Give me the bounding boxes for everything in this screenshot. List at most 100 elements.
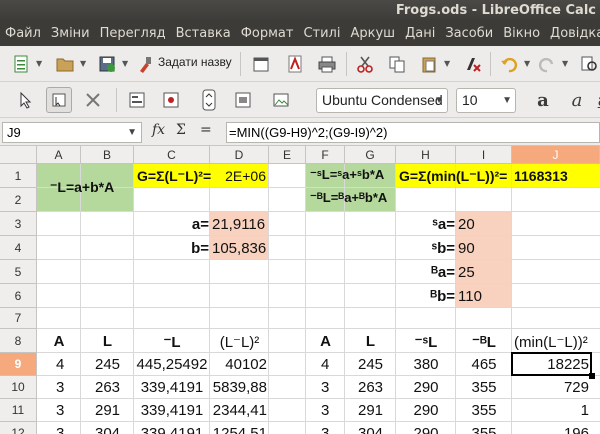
scrollbar-control-icon[interactable] [230, 87, 256, 113]
cell-h9[interactable]: 380 [396, 356, 456, 373]
print-icon[interactable] [314, 51, 340, 77]
column-header-i[interactable]: I [456, 146, 512, 164]
cell-j12[interactable]: 196 [512, 425, 589, 434]
cell-i10[interactable]: 355 [456, 379, 512, 396]
font-name-dropdown-icon[interactable]: ▼ [434, 89, 444, 112]
menu-data[interactable]: Дані [400, 22, 440, 46]
column-header-e[interactable]: E [269, 146, 306, 164]
cell-g10[interactable]: 263 [345, 379, 396, 396]
form-design-icon[interactable] [158, 87, 184, 113]
row-header-6[interactable]: 6 [0, 284, 37, 308]
paste-dropdown-icon[interactable]: ▼ [444, 60, 452, 68]
cell-g11[interactable]: 291 [345, 402, 396, 419]
cell-c11[interactable]: 339,4191 [134, 402, 210, 419]
cell-c9[interactable]: 445,25492 [134, 356, 210, 373]
cell-d9[interactable]: 40102 [210, 356, 267, 373]
font-size-combo[interactable]: 10 ▼ [456, 88, 516, 113]
name-box[interactable]: J9 ▼ [2, 122, 142, 143]
spin-button-icon[interactable] [196, 87, 222, 113]
menu-view[interactable]: Перегляд [95, 22, 171, 46]
cell-d10[interactable]: 5839,88 [210, 379, 267, 396]
menu-window[interactable]: Вікно [498, 22, 545, 46]
undo-icon[interactable] [496, 51, 522, 77]
image-control-icon[interactable] [268, 87, 294, 113]
row-header-2[interactable]: 2 [0, 188, 37, 212]
column-header-d[interactable]: D [210, 146, 269, 164]
row-header-10[interactable]: 10 [0, 376, 37, 399]
cell-a9[interactable]: 4 [56, 356, 64, 373]
cell-h11[interactable]: 290 [396, 402, 456, 419]
cell-f9[interactable]: 4 [321, 356, 329, 373]
open-folder-icon[interactable] [52, 51, 78, 77]
find-icon[interactable] [576, 51, 600, 77]
cell-i12[interactable]: 355 [456, 425, 512, 434]
cell-c12[interactable]: 339,4191 [134, 425, 210, 434]
redo-icon[interactable] [534, 51, 560, 77]
active-cell-cursor[interactable] [511, 352, 592, 376]
cell-h10[interactable]: 290 [396, 379, 456, 396]
row-header-12[interactable]: 12 [0, 422, 37, 434]
cell-b11[interactable]: 291 [81, 402, 134, 419]
copy-icon[interactable] [384, 51, 410, 77]
cell-d12[interactable]: 1254,51 [210, 425, 267, 434]
cell-f11[interactable]: 3 [321, 402, 329, 419]
select-pointer-icon[interactable] [12, 87, 38, 113]
cell-a11[interactable]: 3 [56, 402, 64, 419]
column-header-g[interactable]: G [345, 146, 396, 164]
save-dropdown-icon[interactable]: ▼ [122, 60, 130, 68]
column-header-j[interactable]: J [512, 146, 600, 164]
formula-input[interactable]: =MIN((G9-H9)^2;(G9-I9)^2) [226, 122, 600, 143]
sum-icon[interactable]: Σ [176, 122, 186, 138]
spreadsheet-grid[interactable]: A B C D E F G H I J 1 2 3 4 5 6 7 8 9 10… [0, 146, 600, 434]
row-header-11[interactable]: 11 [0, 399, 37, 422]
menu-sheet[interactable]: Аркуш [345, 22, 400, 46]
control-properties-icon[interactable] [124, 87, 150, 113]
calendar-icon[interactable] [248, 51, 274, 77]
clone-formatting-icon[interactable] [460, 51, 486, 77]
cell-b9[interactable]: 245 [81, 356, 134, 373]
menu-help[interactable]: Довідка [545, 22, 600, 46]
cell-d11[interactable]: 2344,41 [210, 402, 267, 419]
cell-g12[interactable]: 304 [345, 425, 396, 434]
menu-insert[interactable]: Вставка [171, 22, 236, 46]
underline-icon[interactable]: a [590, 87, 600, 113]
export-pdf-icon[interactable] [282, 51, 308, 77]
autofill-handle[interactable] [589, 373, 595, 379]
redo-dropdown-icon[interactable]: ▼ [562, 60, 570, 68]
cell-g9[interactable]: 245 [345, 356, 396, 373]
equals-icon[interactable]: = [200, 122, 212, 138]
paste-icon[interactable] [416, 51, 442, 77]
select-all-corner[interactable] [0, 146, 37, 164]
italic-icon[interactable]: a [564, 87, 590, 113]
row-header-3[interactable]: 3 [0, 212, 37, 236]
name-box-dropdown-icon[interactable]: ▼ [127, 123, 137, 142]
bold-icon[interactable]: a [530, 87, 556, 113]
column-header-f[interactable]: F [306, 146, 345, 164]
undo-dropdown-icon[interactable]: ▼ [524, 60, 532, 68]
cell-b12[interactable]: 304 [81, 425, 134, 434]
column-header-b[interactable]: B [81, 146, 134, 164]
row-header-5[interactable]: 5 [0, 260, 37, 284]
cell-f10[interactable]: 3 [321, 379, 329, 396]
row-header-8[interactable]: 8 [0, 329, 37, 353]
style-brush-icon[interactable] [132, 51, 158, 77]
row-header-9[interactable]: 9 [0, 353, 37, 376]
cell-j10[interactable]: 729 [512, 379, 589, 396]
new-document-icon[interactable] [8, 51, 34, 77]
save-icon[interactable] [94, 51, 120, 77]
font-size-dropdown-icon[interactable]: ▼ [502, 89, 512, 112]
new-dropdown-icon[interactable]: ▼ [36, 60, 44, 68]
cell-a10[interactable]: 3 [56, 379, 64, 396]
font-name-combo[interactable]: Ubuntu Condensed ▼ [316, 88, 448, 113]
row-header-1[interactable]: 1 [0, 164, 37, 188]
cell-c10[interactable]: 339,4191 [134, 379, 210, 396]
cell-h12[interactable]: 290 [396, 425, 456, 434]
cell-f12[interactable]: 3 [321, 425, 329, 434]
column-header-h[interactable]: H [396, 146, 456, 164]
tools-icon[interactable] [80, 87, 106, 113]
menu-tools[interactable]: Засоби [440, 22, 498, 46]
menu-format[interactable]: Формат [236, 22, 299, 46]
open-dropdown-icon[interactable]: ▼ [80, 60, 88, 68]
menu-edit[interactable]: Зміни [46, 22, 95, 46]
column-header-c[interactable]: C [134, 146, 210, 164]
